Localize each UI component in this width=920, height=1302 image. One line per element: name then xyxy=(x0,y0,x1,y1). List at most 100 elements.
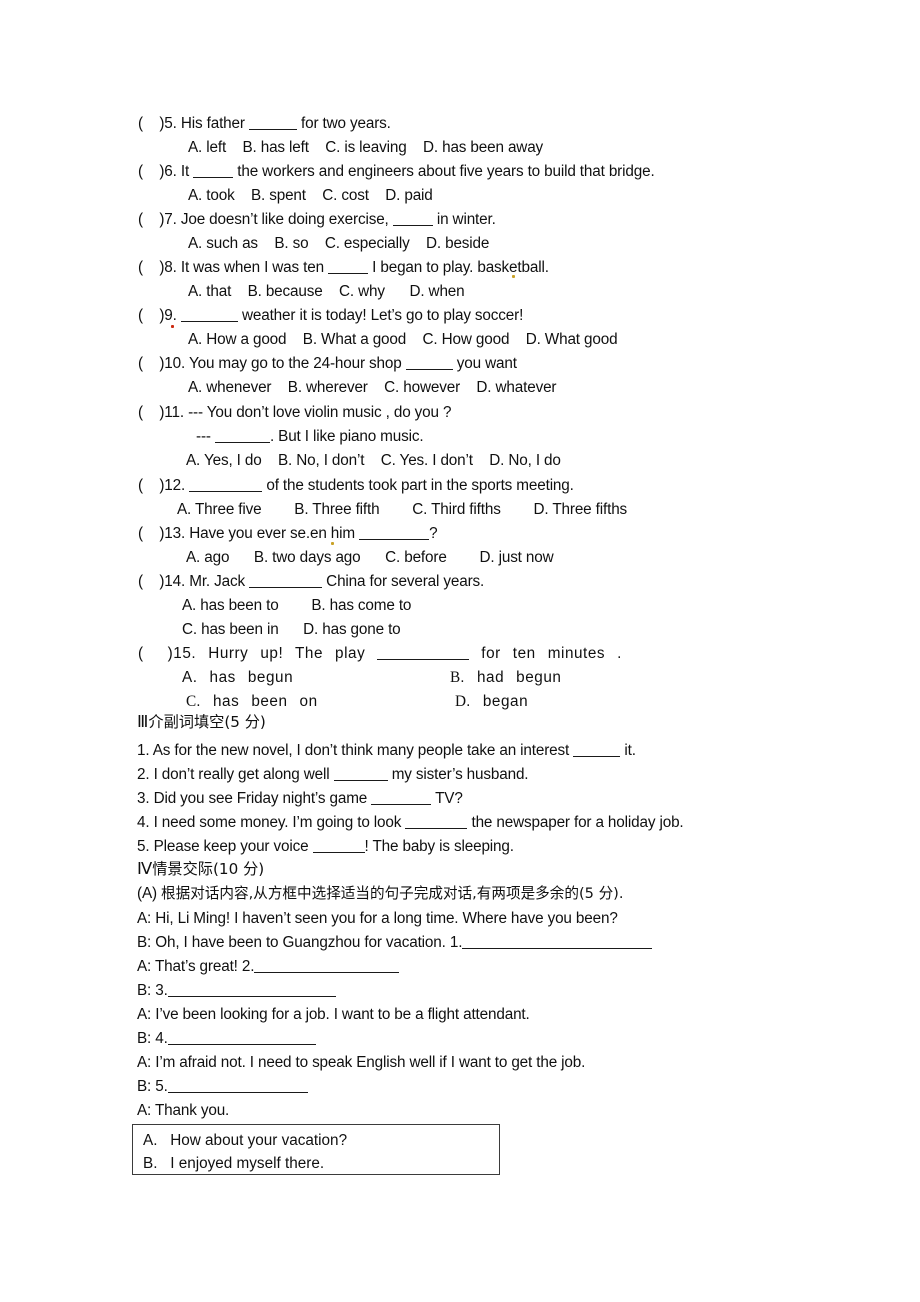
answer-bracket-15[interactable]: ( ) xyxy=(138,645,173,662)
question-15-option-c[interactable]: C. has been on xyxy=(186,694,318,709)
answer-blank-11[interactable] xyxy=(214,431,270,443)
option-b-text: . had begun xyxy=(460,669,562,686)
yellow-dot-ink-mark-q13 xyxy=(331,542,334,545)
answer-blank-9[interactable] xyxy=(180,310,238,322)
answer-bracket-9[interactable]: ( ) xyxy=(138,307,164,324)
section-4-roman-numeral: Ⅳ xyxy=(137,859,153,878)
question-10-options[interactable]: A. whenever B. wherever C. however D. wh… xyxy=(188,380,557,396)
speaker-label: B: xyxy=(137,1078,152,1095)
option-label: A. xyxy=(143,1132,158,1149)
stem-text-tail: of the students took part in the sports … xyxy=(262,477,574,494)
item-text: I don’t really get along well xyxy=(149,766,334,783)
section-4-heading: Ⅳ情景交际(10 分) xyxy=(137,859,264,878)
dialogue-text: 3. xyxy=(151,982,168,999)
question-9-options[interactable]: A. How a good B. What a good C. How good… xyxy=(188,332,618,348)
question-6-options[interactable]: A. took B. spent C. cost D. paid xyxy=(188,188,433,204)
answer-blank-5[interactable] xyxy=(248,118,297,130)
question-15-option-d[interactable]: D. began xyxy=(455,694,528,709)
question-13-stem: ( )13. Have you ever se.en him ? xyxy=(138,525,438,542)
dialogue-blank-3[interactable] xyxy=(167,985,336,997)
fill-blank-input-1[interactable] xyxy=(573,745,621,757)
item-text: Did you see Friday night’s game xyxy=(149,790,372,807)
answer-blank-8[interactable] xyxy=(328,262,369,274)
dialogue-line-9: A: Thank you. xyxy=(137,1103,229,1118)
dialogue-line-3: A: That’s great! 2. xyxy=(137,959,400,974)
question-13-options[interactable]: A. ago B. two days ago C. before D. just… xyxy=(186,550,554,566)
stem-text-tail: the workers and engineers about five yea… xyxy=(233,163,655,180)
dialogue-line-6: B: 4. xyxy=(137,1031,316,1046)
stem-text: Mr. Jack xyxy=(185,573,250,590)
answer-blank-7[interactable] xyxy=(392,214,433,226)
answer-blank-10[interactable] xyxy=(405,358,453,370)
answer-bracket-11[interactable]: ( ) xyxy=(138,404,164,421)
dialogue-blank-4[interactable] xyxy=(167,1033,316,1045)
question-12-stem: ( )12. of the students took part in the … xyxy=(138,478,574,493)
answer-bracket-8[interactable]: ( ) xyxy=(138,259,164,276)
stem-text: His father xyxy=(176,115,249,132)
dialogue-line-4: B: 3. xyxy=(137,983,336,998)
answer-blank-14[interactable] xyxy=(249,576,323,588)
answer-bracket-5[interactable]: ( ) xyxy=(138,115,164,132)
red-dot-ink-mark xyxy=(171,325,174,328)
dialogue-text: I’ve been looking for a job. I want to b… xyxy=(151,1006,530,1023)
question-5-options[interactable]: A. left B. has left C. is leaving D. has… xyxy=(188,140,543,156)
stem-text-tail: I began to play. basketball. xyxy=(368,259,549,276)
question-7-options[interactable]: A. such as B. so C. especially D. beside xyxy=(188,236,489,252)
dialogue-blank-5[interactable] xyxy=(167,1081,308,1093)
answer-blank-15[interactable] xyxy=(377,648,470,660)
answer-bracket-7[interactable]: ( ) xyxy=(138,211,164,228)
stem-text-tail: weather it is today! Let’s go to play so… xyxy=(237,307,524,324)
speaker-label: B: xyxy=(137,982,152,999)
part-label: (A) xyxy=(137,885,162,902)
question-number-8: 8. xyxy=(164,259,177,276)
fill-blank-input-4[interactable] xyxy=(405,817,468,829)
stem-text: You may go to the 24-hour shop xyxy=(185,355,406,372)
question-number-11: 11. xyxy=(164,404,184,421)
fill-blank-input-2[interactable] xyxy=(333,769,388,781)
answer-choice-box: A. How about your vacation? B. I enjoyed… xyxy=(132,1124,500,1175)
fill-blank-input-5[interactable] xyxy=(312,841,365,853)
fill-blank-item-5: 5. Please keep your voice ! The baby is … xyxy=(137,839,514,854)
answer-bracket-10[interactable]: ( ) xyxy=(138,355,164,372)
item-text: Please keep your voice xyxy=(149,838,313,855)
answer-blank-13[interactable] xyxy=(359,528,430,540)
answer-bracket-14[interactable]: ( ) xyxy=(138,573,164,590)
question-8-stem: ( )8. It was when I was ten I began to p… xyxy=(138,260,549,275)
item-text-tail: ! The baby is sleeping. xyxy=(364,838,514,855)
fill-blank-item-1: 1. As for the new novel, I don’t think m… xyxy=(137,743,636,758)
dialogue-text: I’m afraid not. I need to speak English … xyxy=(151,1054,586,1071)
dialogue-blank-1[interactable] xyxy=(462,937,653,949)
dialogue-blank-2[interactable] xyxy=(254,961,400,973)
section-4-title-cjk: 情景交际 xyxy=(152,860,213,878)
question-number-9: 9. xyxy=(164,307,177,324)
question-number-12: 12. xyxy=(164,477,186,494)
question-7-stem: ( )7. Joe doesn’t like doing exercise, i… xyxy=(138,212,496,227)
question-15-option-b[interactable]: B. had begun xyxy=(450,670,561,685)
stem-text: Joe doesn’t like doing exercise, xyxy=(176,211,393,228)
question-15-option-a[interactable]: A. has begun xyxy=(182,670,293,686)
option-c-label: C xyxy=(186,693,197,710)
question-14-options-row2[interactable]: C. has been in D. has gone to xyxy=(182,622,401,638)
fill-blank-input-3[interactable] xyxy=(371,793,432,805)
question-11-options[interactable]: A. Yes, I do B. No, I don’t C. Yes. I do… xyxy=(186,453,561,469)
stem-text-tail: for two years. xyxy=(296,115,391,132)
question-8-options[interactable]: A. that B. because C. why D. when xyxy=(188,284,465,300)
worksheet-page: ( )5. His father for two years. A. left … xyxy=(0,0,920,1302)
question-12-options[interactable]: A. Three five B. Three fifth C. Third fi… xyxy=(177,502,627,518)
stem-text-tail: you want xyxy=(452,355,517,372)
question-14-options-row1[interactable]: A. has been to B. has come to xyxy=(182,598,411,614)
answer-bracket-12[interactable]: ( ) xyxy=(138,477,164,494)
answer-bracket-6[interactable]: ( ) xyxy=(138,163,164,180)
option-c-text: . has been on xyxy=(196,693,318,710)
choice-box-option-b[interactable]: B. I enjoyed myself there. xyxy=(143,1156,324,1171)
answer-blank-6[interactable] xyxy=(193,166,234,178)
answer-blank-12[interactable] xyxy=(189,480,263,492)
question-11-stem: ( )11. --- You don’t love violin music ,… xyxy=(138,405,451,420)
yellow-dot-ink-mark-q8 xyxy=(512,275,515,278)
stem-text-tail: ? xyxy=(429,525,438,542)
fill-blank-item-3: 3. Did you see Friday night’s game TV? xyxy=(137,791,463,806)
question-number-7: 7. xyxy=(164,211,177,228)
option-text: I enjoyed myself there. xyxy=(157,1155,325,1172)
choice-box-option-a[interactable]: A. How about your vacation? xyxy=(143,1133,347,1148)
answer-bracket-13[interactable]: ( ) xyxy=(138,525,164,542)
